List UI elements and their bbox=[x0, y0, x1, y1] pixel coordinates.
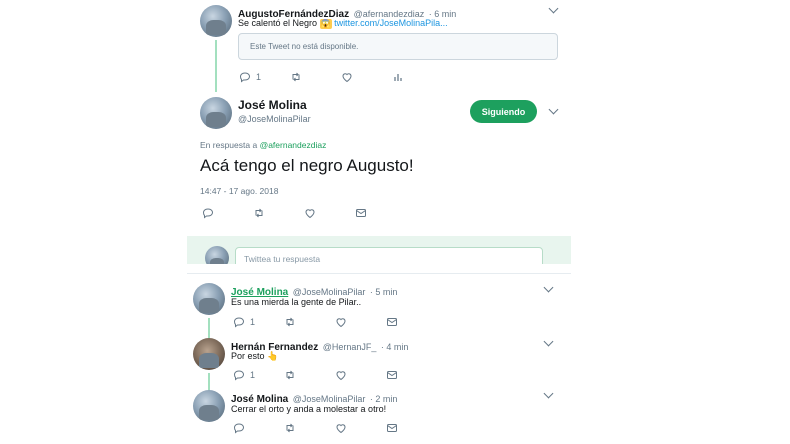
following-button[interactable]: Siguiendo bbox=[470, 100, 537, 123]
retweet-icon bbox=[286, 317, 294, 327]
reply-button[interactable]: 1 bbox=[233, 369, 255, 381]
direct-message-button[interactable] bbox=[386, 369, 398, 381]
reply-input[interactable]: Twittea tu respuesta bbox=[235, 247, 543, 264]
direct-message-icon bbox=[356, 209, 366, 217]
chevron-down-icon[interactable] bbox=[548, 3, 559, 14]
reply-context: En respuesta a @afernandezdiaz bbox=[200, 140, 326, 150]
tweet-text: Se calentó el Negro 😱 twitter.com/JoseMo… bbox=[238, 18, 448, 29]
like-button[interactable] bbox=[335, 316, 347, 328]
direct-message-button[interactable] bbox=[355, 207, 367, 219]
reply-count: 1 bbox=[250, 370, 256, 380]
direct-message-icon bbox=[387, 424, 397, 432]
thread-line bbox=[215, 40, 217, 92]
reply-context-prefix: En respuesta a bbox=[200, 140, 258, 150]
avatar bbox=[205, 246, 229, 264]
tweet-time[interactable]: · 2 min bbox=[370, 394, 398, 404]
reply-button[interactable]: 1 bbox=[233, 316, 255, 328]
retweet-button[interactable] bbox=[284, 316, 296, 328]
main-tweet-text: Acá tengo el negro Augusto! bbox=[200, 156, 414, 175]
quoted-tweet-card[interactable]: Este Tweet no está disponible. bbox=[238, 33, 558, 60]
reply-icon bbox=[239, 72, 251, 83]
retweet-icon bbox=[286, 423, 294, 433]
like-icon bbox=[336, 318, 346, 328]
retweet-icon bbox=[292, 72, 300, 82]
retweet-button[interactable] bbox=[284, 422, 296, 434]
author-name[interactable]: José Molina bbox=[238, 98, 307, 112]
quoted-unavailable-text: Este Tweet no está disponible. bbox=[250, 42, 359, 51]
author-handle[interactable]: @JoseMolinaPilar bbox=[293, 394, 366, 404]
direct-message-button[interactable] bbox=[386, 422, 398, 434]
chevron-down-icon[interactable] bbox=[543, 336, 554, 347]
retweet-button[interactable] bbox=[290, 71, 302, 83]
tweet-text: Cerrar el orto y anda a molestar a otro! bbox=[231, 404, 387, 414]
reply-compose-area: Twittea tu respuesta bbox=[187, 236, 571, 264]
direct-message-button[interactable] bbox=[386, 316, 398, 328]
tweet-time[interactable]: · 5 min bbox=[370, 287, 398, 297]
author-handle[interactable]: @JoseMolinaPilar bbox=[293, 287, 366, 297]
thread-line bbox=[208, 373, 210, 391]
like-button[interactable] bbox=[335, 422, 347, 434]
like-icon bbox=[336, 424, 346, 434]
reply-input-placeholder: Twittea tu respuesta bbox=[244, 254, 321, 264]
reply-button[interactable] bbox=[233, 422, 245, 434]
like-button[interactable] bbox=[341, 71, 353, 83]
avatar[interactable] bbox=[200, 5, 232, 37]
reply-icon bbox=[233, 423, 245, 434]
avatar[interactable] bbox=[200, 97, 232, 129]
like-icon bbox=[342, 73, 352, 83]
reply-button[interactable]: 1 bbox=[239, 71, 261, 83]
reply-icon bbox=[202, 208, 214, 219]
author-handle[interactable]: @HernanJF_ bbox=[323, 342, 377, 352]
divider bbox=[187, 273, 571, 274]
scream-emoji-icon: 😱 bbox=[319, 19, 332, 29]
avatar[interactable] bbox=[193, 283, 225, 315]
reply-to-link[interactable]: @afernandezdiaz bbox=[260, 140, 327, 150]
tweet-text: Por esto 👆 bbox=[231, 351, 279, 361]
retweet-icon bbox=[286, 370, 294, 380]
reply-button[interactable] bbox=[202, 207, 214, 219]
avatar[interactable] bbox=[193, 338, 225, 370]
reply-count: 1 bbox=[250, 317, 256, 327]
reply-icon bbox=[233, 370, 245, 381]
author-handle[interactable]: @JoseMolinaPilar bbox=[238, 114, 311, 124]
chevron-down-icon[interactable] bbox=[543, 388, 554, 399]
tweet-time[interactable]: · 4 min bbox=[381, 342, 409, 352]
chevron-down-icon[interactable] bbox=[543, 282, 554, 293]
reply-count: 1 bbox=[256, 72, 262, 82]
tweet-link[interactable]: twitter.com/JoseMolinaPila... bbox=[334, 18, 448, 28]
tweet-text: Es una mierda la gente de Pilar.. bbox=[231, 297, 362, 307]
following-button-label: Siguiendo bbox=[481, 106, 526, 117]
retweet-icon bbox=[255, 208, 263, 218]
like-icon bbox=[305, 209, 315, 219]
like-button[interactable] bbox=[335, 369, 347, 381]
thread-line bbox=[208, 318, 210, 338]
direct-message-icon bbox=[387, 318, 397, 326]
tweet-datetime[interactable]: 14:47 - 17 ago. 2018 bbox=[200, 186, 278, 196]
chevron-down-icon[interactable] bbox=[548, 104, 559, 115]
reply-icon bbox=[233, 317, 245, 328]
analytics-button[interactable] bbox=[392, 71, 404, 83]
analytics-icon bbox=[394, 74, 402, 81]
avatar[interactable] bbox=[193, 390, 225, 422]
like-icon bbox=[336, 371, 346, 381]
retweet-button[interactable] bbox=[284, 369, 296, 381]
like-button[interactable] bbox=[304, 207, 316, 219]
tweet-text-body: Se calentó el Negro bbox=[238, 18, 318, 28]
retweet-button[interactable] bbox=[253, 207, 265, 219]
direct-message-icon bbox=[387, 371, 397, 379]
